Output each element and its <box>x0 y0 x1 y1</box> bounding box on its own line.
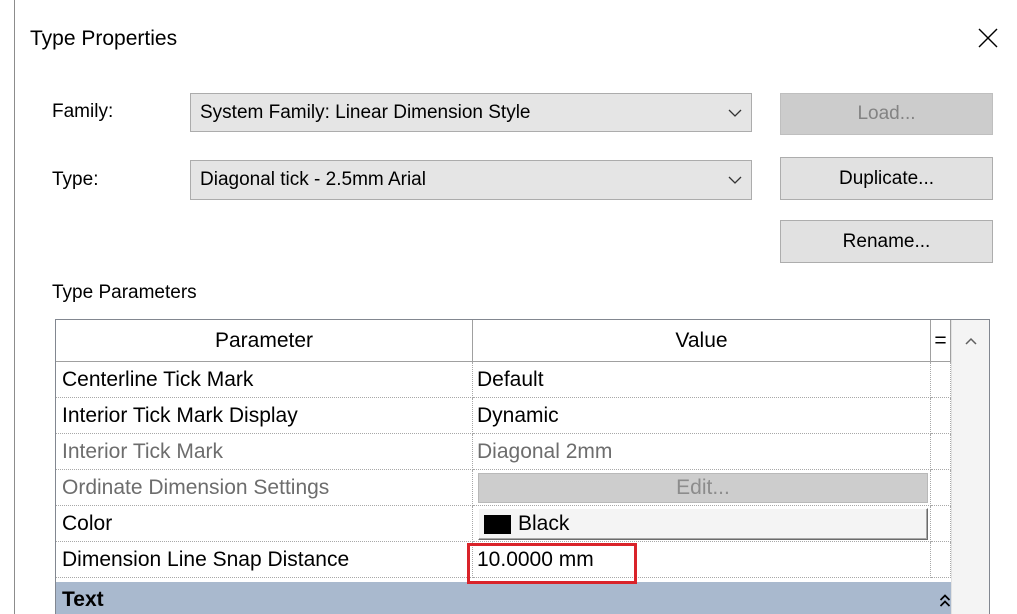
group-label: Text <box>62 588 104 611</box>
parameter-name: Interior Tick Mark Display <box>56 398 473 434</box>
parameter-name: Color <box>56 506 473 542</box>
family-dropdown[interactable]: System Family: Linear Dimension Style <box>190 93 752 132</box>
formula-cell[interactable] <box>931 506 951 542</box>
type-dropdown-value: Diagonal tick - 2.5mm Arial <box>200 169 426 190</box>
table-row[interactable]: Centerline Tick Mark Default <box>56 362 951 398</box>
family-dropdown-value: System Family: Linear Dimension Style <box>200 101 531 123</box>
color-picker-button[interactable]: Black <box>478 508 928 540</box>
edit-button[interactable]: Edit... <box>478 473 928 503</box>
scroll-up-icon[interactable] <box>964 337 977 345</box>
dialog-border <box>14 0 15 614</box>
double-chevron-up-icon[interactable] <box>939 594 951 608</box>
column-header-parameter: Parameter <box>56 320 473 362</box>
type-properties-dialog: Type Properties Family: System Family: L… <box>0 0 1017 614</box>
parameter-value[interactable]: Dynamic <box>473 398 931 434</box>
close-button[interactable] <box>968 18 1008 58</box>
formula-cell[interactable] <box>931 398 951 434</box>
duplicate-button[interactable]: Duplicate... <box>780 157 993 200</box>
parameter-value[interactable]: Default <box>473 362 931 398</box>
column-header-value: Value <box>473 320 931 362</box>
parameter-name: Dimension Line Snap Distance <box>56 542 473 578</box>
formula-cell[interactable] <box>931 470 951 506</box>
column-header-formula: = <box>931 320 951 362</box>
rename-button[interactable]: Rename... <box>780 220 993 263</box>
scroll-up-button[interactable] <box>952 320 989 362</box>
parameter-name: Centerline Tick Mark <box>56 362 473 398</box>
chevron-down-icon[interactable] <box>728 176 742 184</box>
load-button[interactable]: Load... <box>780 93 993 135</box>
type-label: Type: <box>52 169 99 190</box>
type-parameters-grid: Parameter Value = Centerline Tick Mark D… <box>55 319 990 614</box>
parameter-name: Interior Tick Mark <box>56 434 473 470</box>
dialog-title: Type Properties <box>30 27 178 50</box>
parameter-name: Ordinate Dimension Settings <box>56 470 473 506</box>
table-row[interactable]: Color Black <box>56 506 951 542</box>
family-label: Family: <box>52 101 114 122</box>
parameter-value[interactable]: Diagonal 2mm <box>473 434 931 470</box>
vertical-scrollbar[interactable] <box>951 320 989 614</box>
table-row[interactable]: Dimension Line Snap Distance 10.0000 mm <box>56 542 951 578</box>
type-parameters-label: Type Parameters <box>52 282 197 303</box>
parameter-value[interactable]: Black <box>473 506 931 542</box>
parameter-value[interactable]: 10.0000 mm <box>473 542 931 578</box>
table-row[interactable]: Ordinate Dimension Settings Edit... <box>56 470 951 506</box>
close-icon[interactable] <box>978 28 998 48</box>
formula-cell[interactable] <box>931 362 951 398</box>
type-dropdown[interactable]: Diagonal tick - 2.5mm Arial <box>190 160 752 200</box>
color-swatch <box>484 515 511 534</box>
chevron-down-icon[interactable] <box>728 109 742 117</box>
parameter-value[interactable]: Edit... <box>473 470 931 506</box>
group-header-text[interactable]: Text <box>56 582 951 614</box>
title-bar: Type Properties <box>15 0 1017 74</box>
color-name: Black <box>518 512 570 535</box>
formula-cell[interactable] <box>931 434 951 470</box>
table-row[interactable]: Interior Tick Mark Diagonal 2mm <box>56 434 951 470</box>
formula-cell[interactable] <box>931 542 951 578</box>
table-row[interactable]: Interior Tick Mark Display Dynamic <box>56 398 951 434</box>
